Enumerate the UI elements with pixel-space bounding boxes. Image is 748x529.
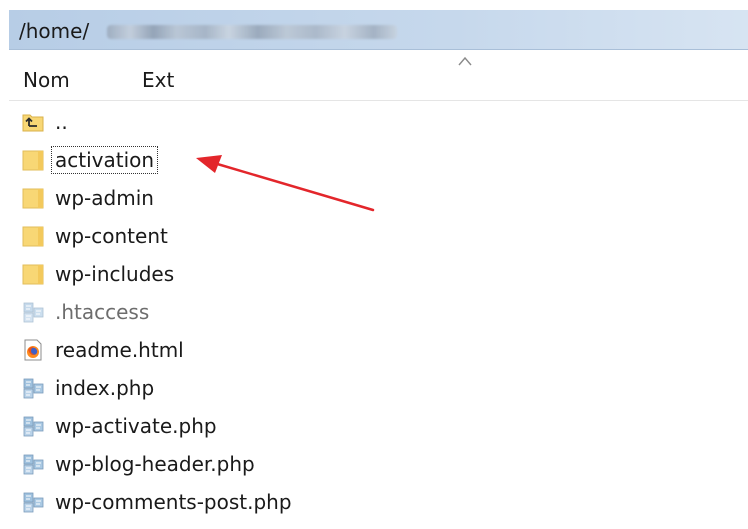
file-name: index.php bbox=[55, 376, 155, 400]
file-list: .. activation wp-admin wp-content wp-inc… bbox=[9, 103, 748, 521]
list-item-activation[interactable]: activation bbox=[9, 141, 748, 179]
file-name: wp-activate.php bbox=[55, 414, 217, 438]
list-item-index-php[interactable]: index.php bbox=[9, 369, 748, 407]
list-item-readme-html[interactable]: readme.html bbox=[9, 331, 748, 369]
file-browser-window: /home/ Nom Ext .. activation wp-admin wp… bbox=[0, 0, 748, 529]
folder-icon bbox=[22, 226, 44, 247]
file-name: wp-blog-header.php bbox=[55, 452, 255, 476]
parent-folder-icon bbox=[22, 114, 44, 132]
file-name: wp-includes bbox=[55, 262, 175, 286]
file-name: .htaccess bbox=[55, 300, 150, 324]
file-icon bbox=[23, 378, 44, 399]
list-item-wp-content[interactable]: wp-content bbox=[9, 217, 748, 255]
file-name: readme.html bbox=[55, 338, 184, 362]
path-bar[interactable]: /home/ bbox=[9, 10, 748, 50]
folder-icon bbox=[22, 188, 44, 209]
folder-icon bbox=[22, 150, 44, 171]
firefox-html-icon bbox=[24, 339, 42, 361]
column-header-name[interactable]: Nom bbox=[23, 68, 70, 92]
file-icon bbox=[23, 492, 44, 513]
file-name: wp-comments-post.php bbox=[55, 490, 292, 514]
list-item-htaccess[interactable]: .htaccess bbox=[9, 293, 748, 331]
file-icon bbox=[23, 302, 44, 323]
path-text: /home/ bbox=[19, 19, 90, 43]
list-item-wp-includes[interactable]: wp-includes bbox=[9, 255, 748, 293]
list-item-parent[interactable]: .. bbox=[9, 103, 748, 141]
file-name: wp-admin bbox=[55, 186, 154, 210]
sort-ascending-icon bbox=[458, 56, 472, 66]
list-item-wp-admin[interactable]: wp-admin bbox=[9, 179, 748, 217]
redacted-path-segment bbox=[107, 25, 397, 39]
list-item-wp-blog-header-php[interactable]: wp-blog-header.php bbox=[9, 445, 748, 483]
file-icon bbox=[23, 454, 44, 475]
column-header-ext[interactable]: Ext bbox=[142, 68, 174, 92]
list-item-wp-comments-post-php[interactable]: wp-comments-post.php bbox=[9, 483, 748, 521]
file-icon bbox=[23, 416, 44, 437]
column-header: Nom Ext bbox=[9, 52, 748, 101]
folder-icon bbox=[22, 264, 44, 285]
file-name: .. bbox=[55, 110, 68, 134]
list-item-wp-activate-php[interactable]: wp-activate.php bbox=[9, 407, 748, 445]
file-name: wp-content bbox=[55, 224, 168, 248]
file-name: activation bbox=[50, 146, 159, 174]
